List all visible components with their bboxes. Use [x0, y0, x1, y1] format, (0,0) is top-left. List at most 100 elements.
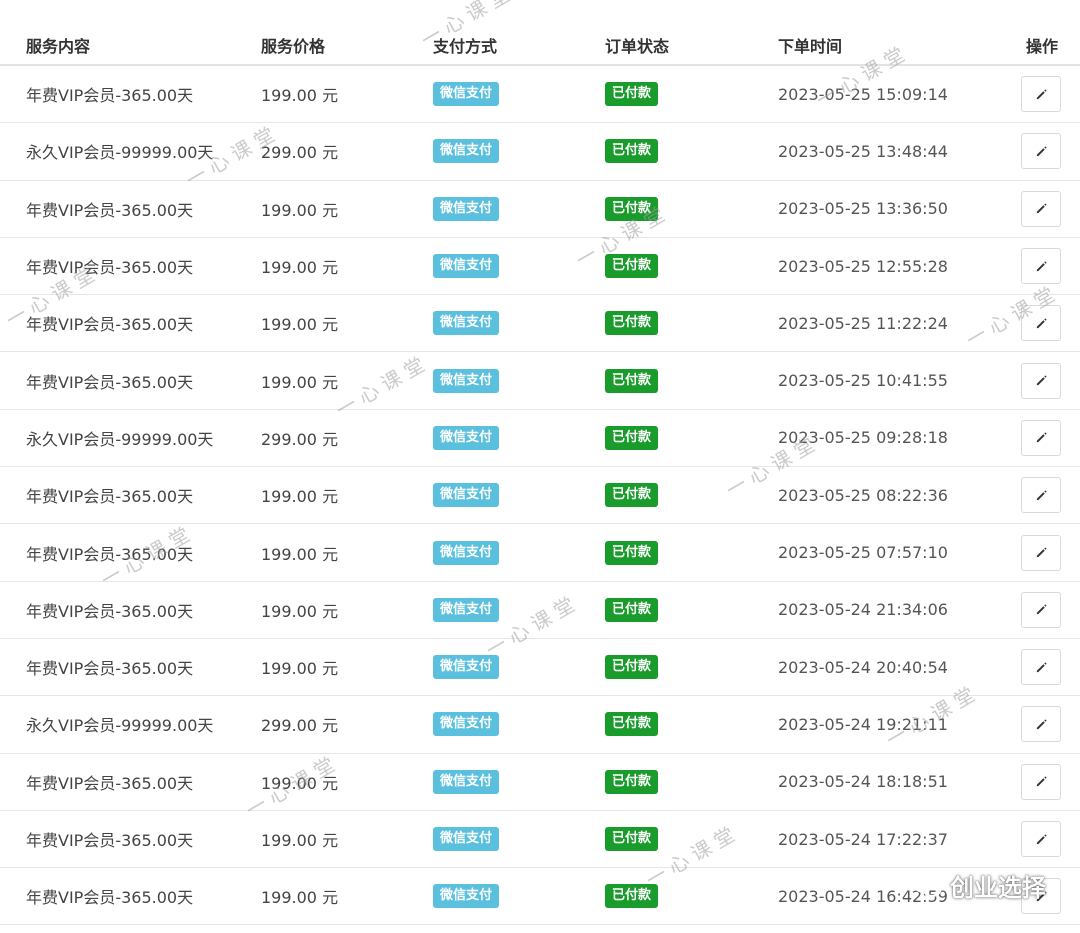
table-row: 永久VIP会员-99999.00天 299.00 元 微信支付 已付款 2023-05-… — [0, 696, 1080, 754]
action-cell — [1021, 295, 1061, 351]
price-cell: 199.00 元 — [261, 200, 339, 220]
price-cell: 199.00 元 — [261, 258, 339, 278]
edit-button[interactable] — [1021, 76, 1061, 113]
action-cell — [1021, 238, 1061, 294]
payment-cell: 微信支付 — [433, 754, 500, 810]
time-cell: 2023-05-25 07:57:10 — [778, 543, 948, 563]
edit-button[interactable] — [1021, 190, 1061, 227]
status-cell: 已付款 — [605, 238, 659, 294]
payment-label: 微信支付 — [433, 368, 500, 393]
status-cell: 已付款 — [605, 696, 659, 752]
time-cell: 2023-05-25 15:09:14 — [778, 84, 948, 104]
price-cell: 199.00 元 — [261, 487, 339, 507]
time-cell: 2023-05-25 08:22:36 — [778, 485, 948, 505]
table-body: 年费VIP会员-365.00天 199.00 元微信支付 已付款 2023-05-25… — [0, 66, 1080, 926]
edit-button[interactable] — [1021, 362, 1061, 399]
table-row: 年费VIP会员-365.00天 199.00 元 微信支付 已付款 2023-05-25… — [0, 467, 1080, 525]
price-cell: 199.00 元 — [261, 372, 339, 392]
edit-button[interactable] — [1021, 534, 1061, 571]
payment-label: 微信支付 — [433, 82, 500, 107]
header-price: 服务价格 — [261, 37, 326, 56]
service-cell: 年费VIP会员-365.00天 — [26, 372, 194, 392]
status-badge: 已付款 — [605, 827, 659, 851]
service-cell: 年费VIP会员-365.00天 — [26, 487, 194, 507]
header-payment: 支付方式 — [433, 37, 498, 56]
status-badge: 已付款 — [605, 254, 659, 279]
action-cell — [1021, 352, 1061, 408]
price-cell: 299.00 元 — [261, 716, 339, 736]
status-badge: 已付款 — [605, 597, 659, 622]
price-cell: 199.00 元 — [261, 773, 339, 793]
status-badge: 已付款 — [605, 196, 659, 221]
brand-badge: 创业选择 — [912, 868, 1046, 903]
edit-button[interactable] — [1021, 591, 1061, 628]
time-cell: 2023-05-24 18:18:51 — [778, 772, 948, 792]
table-row: 年费VIP会员-365.00天 199.00 元 微信支付 已付款 2023-05-25… — [0, 238, 1080, 296]
service-cell: 年费VIP会员-365.00天 — [26, 258, 194, 278]
pencil-icon — [1036, 146, 1047, 157]
edit-button[interactable] — [1021, 649, 1061, 686]
header-action: 操作 — [1026, 37, 1059, 56]
payment-label: 微信支付 — [433, 827, 500, 851]
payment-label: 微信支付 — [433, 196, 500, 221]
payment-cell: 微信支付 — [433, 696, 500, 752]
status-badge: 已付款 — [605, 540, 659, 565]
pencil-icon — [1036, 203, 1047, 214]
payment-cell: 微信支付 — [433, 181, 500, 237]
edit-button[interactable] — [1021, 477, 1061, 514]
service-cell: 年费VIP会员-365.00天 — [26, 200, 194, 220]
edit-button[interactable] — [1021, 821, 1061, 857]
orders-table: 服务内容 服务价格 支付方式 订单状态 下单时间 操作 年费VIP会员-365.… — [0, 0, 1080, 926]
time-cell: 2023-05-24 19:21:11 — [778, 714, 948, 734]
price-cell: 199.00 元 — [261, 544, 339, 564]
status-cell: 已付款 — [605, 295, 659, 351]
price-cell: 299.00 元 — [261, 143, 339, 163]
service-cell: 年费VIP会员-365.00天 — [26, 601, 194, 621]
payment-label: 微信支付 — [433, 139, 500, 164]
payment-cell: 微信支付 — [433, 352, 500, 408]
pencil-icon — [1036, 375, 1047, 386]
status-badge: 已付款 — [605, 139, 659, 164]
pencil-icon — [1036, 662, 1047, 672]
service-cell: 永久VIP会员-99999.00天 — [26, 716, 214, 736]
edit-button[interactable] — [1021, 248, 1061, 285]
pencil-icon — [1036, 432, 1047, 443]
time-cell: 2023-05-25 12:55:28 — [778, 256, 948, 276]
edit-button[interactable] — [1021, 133, 1061, 170]
header-service: 服务内容 — [26, 37, 91, 56]
status-badge: 已付款 — [605, 769, 659, 794]
status-cell: 已付款 — [605, 410, 659, 466]
price-cell: 199.00 元 — [261, 601, 339, 621]
status-cell: 已付款 — [605, 352, 659, 408]
status-cell: 已付款 — [605, 123, 659, 179]
pencil-icon — [1036, 260, 1047, 271]
pencil-icon — [1036, 719, 1047, 730]
status-cell: 已付款 — [605, 582, 659, 638]
pencil-icon — [1036, 776, 1047, 787]
status-cell: 已付款 — [605, 524, 659, 580]
payment-label: 微信支付 — [433, 769, 500, 794]
pencil-icon — [1036, 318, 1047, 328]
service-cell: 年费VIP会员-365.00天 — [26, 659, 194, 679]
payment-cell: 微信支付 — [433, 467, 500, 523]
time-cell: 2023-05-24 17:22:37 — [778, 829, 948, 849]
table-row: 年费VIP会员-365.00天 199.00 元 微信支付 已付款 2023-05-25… — [0, 295, 1080, 353]
payment-cell: 微信支付 — [433, 238, 500, 294]
action-cell — [1021, 123, 1061, 179]
service-cell: 年费VIP会员-365.00天 — [26, 315, 194, 335]
action-cell — [1021, 181, 1061, 237]
payment-label: 微信支付 — [433, 884, 500, 909]
action-cell — [1021, 467, 1061, 523]
status-cell: 已付款 — [605, 868, 659, 924]
status-cell: 已付款 — [605, 467, 659, 523]
price-cell: 199.00 元 — [261, 659, 339, 679]
edit-button[interactable] — [1021, 706, 1061, 743]
edit-button[interactable] — [1021, 305, 1061, 342]
action-cell — [1021, 639, 1061, 695]
time-cell: 2023-05-25 09:28:18 — [778, 428, 948, 448]
edit-button[interactable] — [1021, 419, 1061, 456]
payment-label: 微信支付 — [433, 425, 500, 450]
payment-label: 微信支付 — [433, 254, 500, 279]
edit-button[interactable] — [1021, 763, 1061, 800]
action-cell — [1021, 524, 1061, 580]
